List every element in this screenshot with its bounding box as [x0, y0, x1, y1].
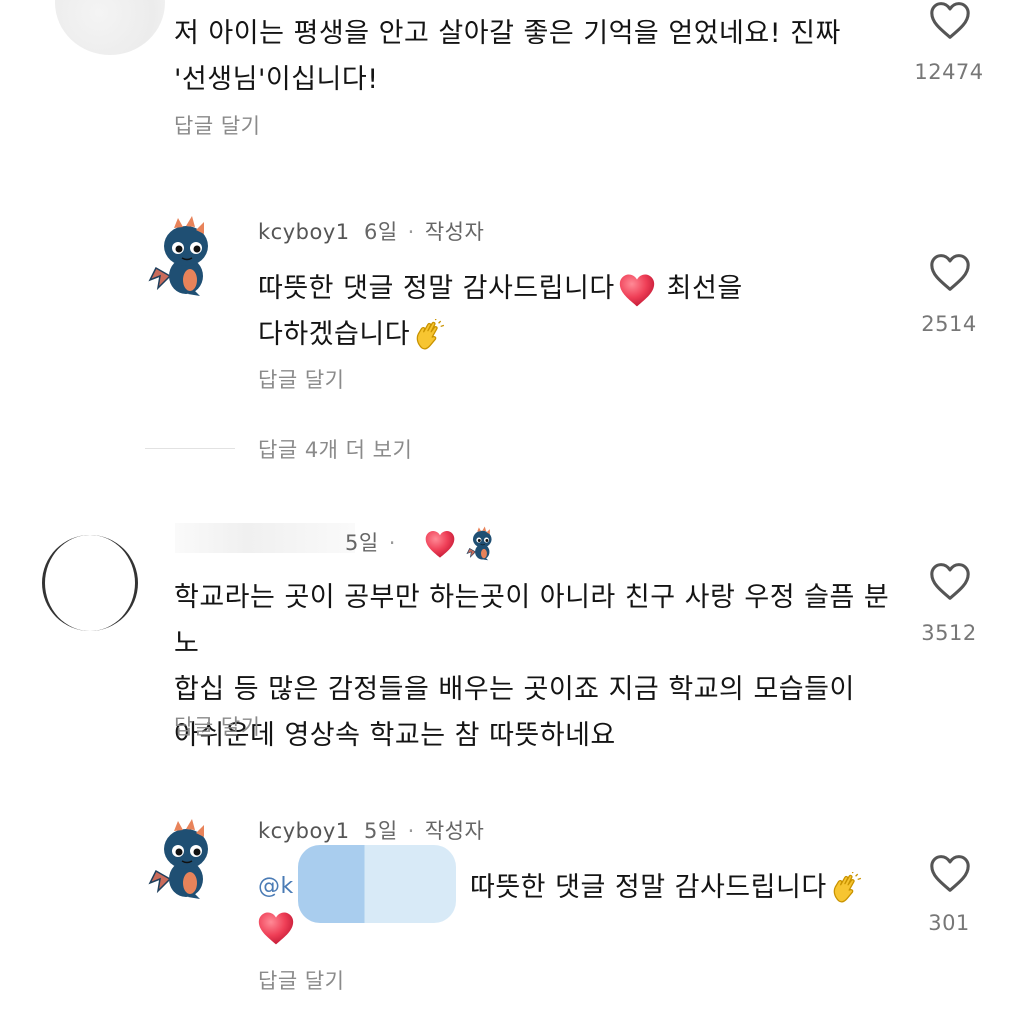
divider-line [145, 448, 235, 449]
comment-1: 저 아이는 평생을 안고 살아갈 좋은 기억을 얻었네요! 진짜 '선생님'이십… [0, 0, 1024, 150]
comment-text: 따뜻한 댓글 정말 감사드립니다 [470, 865, 890, 911]
comment-4: kcyboy1 5일 · 작성자 @k 따뜻한 댓글 정말 감사드립니다 답글 달기… [0, 805, 1024, 1024]
view-more-label[interactable]: 답글 4개 더 보기 [258, 434, 412, 464]
meta-separator: · [388, 531, 396, 555]
comment-meta: kcyboy1 6일 · 작성자 [258, 216, 484, 246]
like-count: 12474 [914, 60, 984, 84]
author-name[interactable]: kcyboy1 [258, 819, 350, 843]
meta-separator: · [407, 220, 415, 244]
comment-text: 따뜻한 댓글 정말 감사드립니다 최선을 다하겠습니다 [258, 266, 878, 358]
author-name[interactable]: kcyboy1 [258, 220, 350, 244]
author-badge: 작성자 [424, 819, 485, 843]
view-more-replies[interactable]: 답글 4개 더 보기 [0, 430, 1024, 470]
like-button[interactable] [927, 561, 973, 605]
red-heart-emoji-icon [256, 910, 296, 946]
dragon-avatar-icon[interactable] [148, 210, 218, 300]
creator-liked-heart-icon [423, 529, 457, 559]
reply-button[interactable]: 답글 달기 [258, 364, 344, 394]
meta-separator: · [407, 819, 415, 843]
heart-outline-icon[interactable] [927, 853, 973, 893]
reply-button[interactable]: 답글 달기 [174, 110, 260, 140]
author-badge: 작성자 [424, 220, 485, 244]
comment-text: 저 아이는 평생을 안고 살아갈 좋은 기억을 얻었네요! 진짜 '선생님'이십… [174, 18, 841, 95]
like-button[interactable] [927, 252, 973, 296]
reply-button[interactable]: 답글 달기 [174, 711, 260, 741]
creator-avatar-icon [466, 524, 496, 562]
red-heart-emoji-icon [617, 272, 657, 308]
comment-meta: kcyboy1 5일 · 작성자 [258, 815, 484, 845]
comment-age: 5일 [363, 819, 398, 843]
comment-2: kcyboy1 6일 · 작성자 따뜻한 댓글 정말 감사드립니다 최선을 다하겠습니… [0, 200, 1024, 400]
clapping-hands-emoji-icon [829, 872, 863, 906]
like-button[interactable] [927, 853, 973, 897]
comment-3: 5일 · 학교라는 곳이 공부만 하는곳이 아니라 친구 사랑 우정 슬픔 분노 … [0, 505, 1024, 755]
heart-outline-icon[interactable] [927, 0, 973, 40]
avatar[interactable] [42, 535, 138, 631]
like-button[interactable] [927, 0, 973, 44]
comment-text: 학교라는 곳이 공부만 하는곳이 아니라 친구 사랑 우정 슬픔 분노 합십 등… [174, 582, 890, 751]
like-count: 301 [928, 911, 970, 935]
clapping-hands-emoji-icon [412, 319, 446, 353]
redacted-mention [298, 845, 456, 923]
comment-age: 6일 [363, 220, 398, 244]
heart-outline-icon[interactable] [927, 561, 973, 601]
like-count: 3512 [921, 621, 977, 645]
avatar[interactable] [55, 0, 165, 55]
redacted-author-name [175, 523, 355, 553]
like-count: 2514 [921, 312, 977, 336]
mention-link[interactable]: @k [258, 864, 294, 910]
comment-meta: 5일 · [345, 527, 406, 557]
heart-outline-icon[interactable] [927, 252, 973, 292]
reply-button[interactable]: 답글 달기 [258, 965, 344, 995]
dragon-avatar-icon[interactable] [148, 813, 218, 903]
comment-age: 5일 [345, 531, 379, 555]
